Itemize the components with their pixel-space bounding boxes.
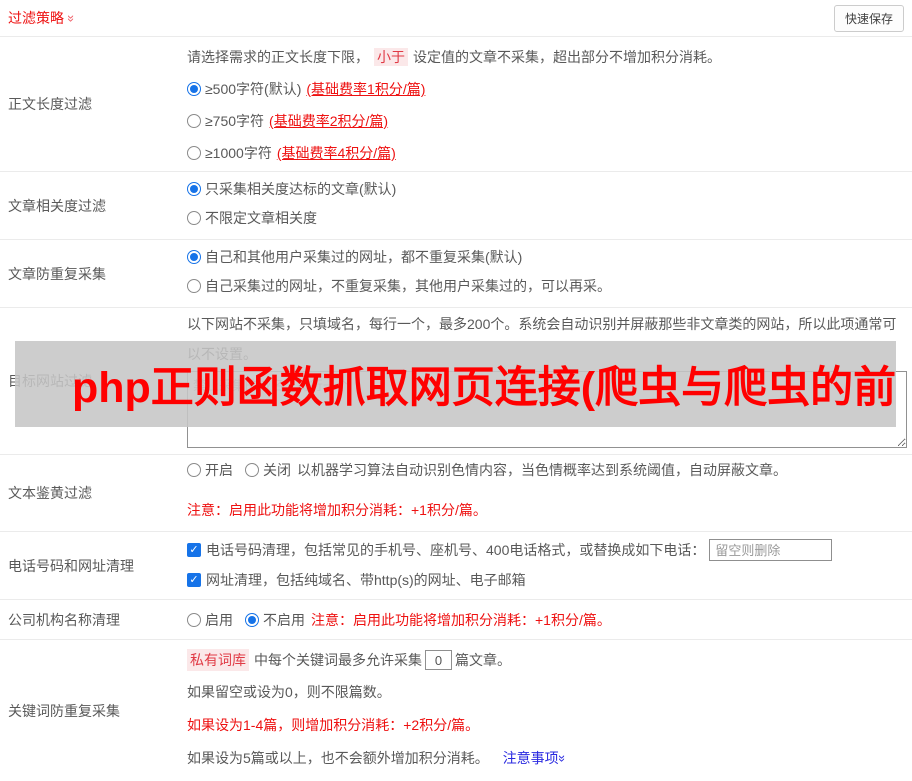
row-content-area: 请选择需求的正文长度下限， 小于 设定值的文章不采集，超出部分不增加积分消耗。 ≥5… bbox=[187, 37, 912, 171]
row-keyword-dedup: 关键词防重复采集 私有词库 中每个关键词最多允许采集 篇文章。 如果留空或设为0… bbox=[0, 640, 912, 781]
row-content-length: 正文长度过滤 请选择需求的正文长度下限， 小于 设定值的文章不采集，超出部分不增加积… bbox=[0, 37, 912, 172]
radio-icon[interactable] bbox=[187, 211, 201, 225]
page-title: 过滤策略 bbox=[8, 10, 64, 26]
company-clean-note: 注意：启用此功能将增加积分消耗：+1积分/篇。 bbox=[311, 612, 611, 628]
option-label: ≥500字符(默认) bbox=[205, 81, 302, 97]
option-on-label: 开启 bbox=[205, 462, 233, 478]
dedup-option-own[interactable]: 自己采集过的网址，不重复采集，其他用户采集过的，可以再采。 bbox=[187, 276, 907, 296]
radio-icon[interactable] bbox=[187, 82, 201, 96]
radio-icon[interactable] bbox=[245, 463, 259, 477]
checkbox-checked-icon[interactable]: ✓ bbox=[187, 573, 201, 587]
relevance-option-any[interactable]: 不限定文章相关度 bbox=[187, 208, 907, 228]
watermark-overlay-text: php正则函数抓取网页连接(爬虫与爬虫的前 bbox=[72, 364, 896, 412]
row-content-area: 私有词库 中每个关键词最多允许采集 篇文章。 如果留空或设为0，则不限篇数。 如… bbox=[187, 640, 912, 781]
keyword-count-input[interactable] bbox=[425, 650, 452, 670]
less-than-highlight: 小于 bbox=[374, 48, 408, 66]
section-title-toggle[interactable]: 过滤策略 » bbox=[8, 8, 80, 28]
keyword-limit-line: 私有词库 中每个关键词最多允许采集 篇文章。 bbox=[187, 648, 907, 672]
check-icon: ✓ bbox=[189, 544, 199, 556]
radio-icon[interactable] bbox=[187, 250, 201, 264]
row-label-dedup: 文章防重复采集 bbox=[8, 265, 106, 282]
option-label: ≥1000字符 bbox=[205, 145, 272, 161]
notes-link-text: 注意事项 bbox=[502, 750, 559, 766]
keyword-note-fee: 如果设为1-4篇，则增加积分消耗：+2积分/篇。 bbox=[187, 717, 480, 733]
option-label: 不限定文章相关度 bbox=[205, 210, 317, 226]
watermark-overlay-banner: php正则函数抓取网页连接(爬虫与爬虫的前 bbox=[15, 341, 896, 427]
radio-icon[interactable] bbox=[187, 463, 201, 477]
radio-icon[interactable] bbox=[187, 146, 201, 160]
radio-icon[interactable] bbox=[187, 114, 201, 128]
option-label: 只采集相关度达标的文章(默认) bbox=[205, 181, 397, 197]
row-label-phone-url: 电话号码和网址清理 bbox=[8, 557, 134, 574]
check-icon: ✓ bbox=[189, 574, 199, 586]
chevron-down-icon: » bbox=[64, 14, 80, 22]
row-label-porn-filter: 文本鉴黄过滤 bbox=[8, 485, 92, 501]
notes-link[interactable]: 注意事项» bbox=[502, 750, 570, 766]
relevance-option-strict[interactable]: 只采集相关度达标的文章(默认) bbox=[187, 179, 907, 199]
row-content-area: 启用 不启用 注意：启用此功能将增加积分消耗：+1积分/篇。 bbox=[187, 600, 912, 639]
content-length-intro: 请选择需求的正文长度下限， 小于 设定值的文章不采集，超出部分不增加积分消耗。 bbox=[187, 47, 907, 67]
quick-save-button[interactable]: 快速保存 bbox=[833, 4, 904, 32]
row-label-content-length: 正文长度过滤 bbox=[8, 96, 92, 112]
radio-icon[interactable] bbox=[187, 182, 201, 196]
intro-text-after: 设定值的文章不采集，超出部分不增加积分消耗。 bbox=[413, 49, 721, 65]
option-fee: (基础费率1积分/篇) bbox=[306, 81, 426, 97]
row-label-keyword-dedup: 关键词防重复采集 bbox=[8, 702, 120, 719]
radio-icon[interactable] bbox=[187, 613, 201, 627]
porn-filter-options: 开启 关闭 以机器学习算法自动识别色情内容，当色情概率达到系统阈值，自动屏蔽文章… bbox=[187, 460, 907, 480]
private-lexicon-badge: 私有词库 bbox=[187, 649, 249, 671]
row-dedup: 文章防重复采集 自己和其他用户采集过的网址，都不重复采集(默认) 自己采集过的网… bbox=[0, 240, 912, 308]
option-fee: (基础费率2积分/篇) bbox=[269, 113, 389, 129]
length-option-1000[interactable]: ≥1000字符 (基础费率4积分/篇) bbox=[187, 143, 907, 163]
chevron-down-icon: » bbox=[554, 754, 570, 763]
option-off-label: 关闭 bbox=[263, 462, 291, 478]
company-clean-options: 启用 不启用 注意：启用此功能将增加积分消耗：+1积分/篇。 bbox=[187, 610, 907, 630]
keyword-limit-suffix: 篇文章。 bbox=[455, 652, 511, 668]
option-label: 自己采集过的网址，不重复采集，其他用户采集过的，可以再采。 bbox=[205, 278, 611, 294]
option-fee: (基础费率4积分/篇) bbox=[276, 145, 396, 161]
replacement-phone-input[interactable] bbox=[709, 539, 833, 561]
row-company-clean: 公司机构名称清理 启用 不启用 注意：启用此功能将增加积分消耗：+1积分/篇。 bbox=[0, 600, 912, 640]
option-off-label: 不启用 bbox=[263, 612, 305, 628]
url-clean-option[interactable]: ✓ 网址清理，包括纯域名、带http(s)的网址、电子邮箱 bbox=[187, 570, 907, 590]
row-label-company-clean: 公司机构名称清理 bbox=[8, 611, 120, 628]
length-option-750[interactable]: ≥750字符 (基础费率2积分/篇) bbox=[187, 111, 907, 131]
intro-text-before: 请选择需求的正文长度下限， bbox=[187, 49, 369, 65]
option-label: ≥750字符 bbox=[205, 113, 265, 129]
phone-clean-label: 电话号码清理，包括常见的手机号、座机号、400电话格式，或替换成如下电话： bbox=[206, 542, 706, 558]
keyword-note-five: 如果设为5篇或以上，也不会额外增加积分消耗。 注意事项» bbox=[187, 748, 907, 768]
keyword-limit-text: 中每个关键词最多允许采集 bbox=[254, 652, 422, 668]
row-label-relevance: 文章相关度过滤 bbox=[8, 197, 106, 214]
checkbox-checked-icon[interactable]: ✓ bbox=[187, 543, 201, 557]
keyword-note-zero: 如果留空或设为0，则不限篇数。 bbox=[187, 684, 391, 700]
option-label: 自己和其他用户采集过的网址，都不重复采集(默认) bbox=[205, 249, 523, 265]
dedup-option-global[interactable]: 自己和其他用户采集过的网址，都不重复采集(默认) bbox=[187, 247, 907, 267]
option-on-label: 启用 bbox=[205, 612, 233, 628]
radio-icon[interactable] bbox=[245, 613, 259, 627]
porn-filter-description: 以机器学习算法自动识别色情内容，当色情概率达到系统阈值，自动屏蔽文章。 bbox=[297, 462, 787, 478]
porn-filter-note: 注意：启用此功能将增加积分消耗：+1积分/篇。 bbox=[187, 502, 487, 518]
row-porn-filter: 文本鉴黄过滤 开启 关闭 以机器学习算法自动识别色情内容，当色情概率达到系统阈值… bbox=[0, 455, 912, 532]
header-bar: 过滤策略 » 快速保存 bbox=[0, 0, 912, 37]
radio-icon[interactable] bbox=[187, 279, 201, 293]
row-content-area: 只采集相关度达标的文章(默认) 不限定文章相关度 bbox=[187, 172, 912, 239]
row-content-area: ✓ 电话号码清理，包括常见的手机号、座机号、400电话格式，或替换成如下电话： … bbox=[187, 532, 912, 599]
keyword-note-five-text: 如果设为5篇或以上，也不会额外增加积分消耗。 bbox=[187, 750, 489, 766]
length-option-500[interactable]: ≥500字符(默认) (基础费率1积分/篇) bbox=[187, 79, 907, 99]
row-relevance: 文章相关度过滤 只采集相关度达标的文章(默认) 不限定文章相关度 bbox=[0, 172, 912, 240]
row-phone-url-clean: 电话号码和网址清理 ✓ 电话号码清理，包括常见的手机号、座机号、400电话格式，… bbox=[0, 532, 912, 600]
row-content-area: 开启 关闭 以机器学习算法自动识别色情内容，当色情概率达到系统阈值，自动屏蔽文章… bbox=[187, 455, 912, 531]
url-clean-label: 网址清理，包括纯域名、带http(s)的网址、电子邮箱 bbox=[206, 572, 526, 588]
phone-clean-option[interactable]: ✓ 电话号码清理，包括常见的手机号、座机号、400电话格式，或替换成如下电话： bbox=[187, 538, 907, 562]
row-content-area: 自己和其他用户采集过的网址，都不重复采集(默认) 自己采集过的网址，不重复采集，… bbox=[187, 240, 912, 307]
